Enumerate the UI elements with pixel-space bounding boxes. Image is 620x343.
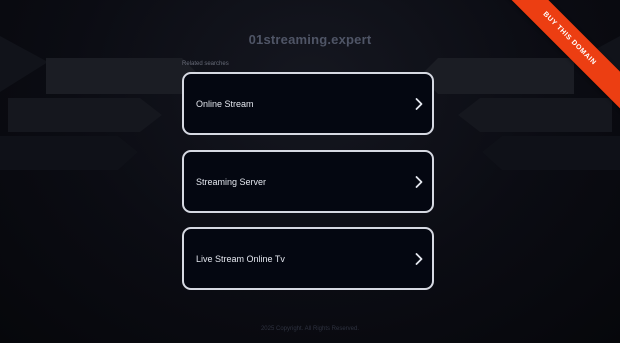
related-search-live-stream-online-tv[interactable]: Live Stream Online Tv: [182, 227, 434, 290]
chevron-right-icon: [415, 252, 423, 265]
related-searches-label: Related searches: [182, 61, 229, 67]
buy-domain-ribbon-wrapper: BUY THIS DOMAIN: [500, 0, 620, 120]
buy-domain-ribbon[interactable]: BUY THIS DOMAIN: [500, 0, 620, 116]
related-search-label: Online Stream: [196, 98, 254, 109]
footer-copyright: 2025 Copyright. All Rights Reserved.: [260, 326, 360, 332]
related-search-label: Live Stream Online Tv: [196, 253, 285, 264]
related-search-label: Streaming Server: [196, 176, 267, 187]
chevron-right-icon: [415, 175, 423, 188]
related-search-online-stream[interactable]: Online Stream: [182, 72, 434, 135]
chevron-right-icon: [415, 97, 423, 110]
related-search-streaming-server[interactable]: Streaming Server: [182, 150, 434, 213]
